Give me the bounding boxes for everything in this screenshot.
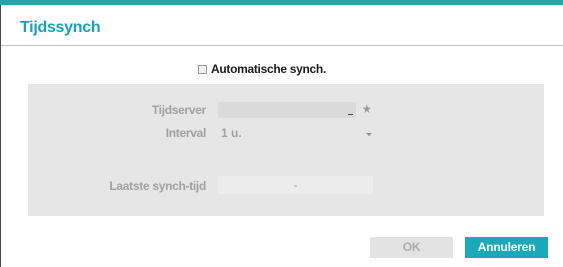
star-icon[interactable]: ★ — [362, 103, 372, 115]
last-sync-label: Laatste synch-tijd — [109, 179, 206, 193]
settings-panel: Tijdserver ★ Interval 1 u. Laatste synch… — [28, 84, 544, 216]
chevron-down-icon — [366, 133, 372, 136]
interval-value: 1 u. — [221, 126, 242, 140]
cancel-button[interactable]: Annuleren — [465, 237, 548, 258]
dialog-top-bar — [0, 0, 563, 5]
interval-label: Interval — [165, 126, 207, 140]
auto-sync-label: Automatische synch. — [211, 62, 326, 76]
time-server-label: Tijdserver — [151, 103, 206, 117]
auto-sync-option[interactable]: Automatische synch. — [198, 62, 326, 76]
last-sync-field: - — [218, 176, 373, 194]
last-sync-value: - — [293, 178, 298, 192]
ok-button[interactable]: OK — [370, 237, 453, 258]
auto-sync-checkbox[interactable] — [198, 64, 207, 74]
dialog-title: Tijdssynch — [20, 19, 101, 36]
title-divider — [1, 45, 563, 46]
text-caret — [348, 114, 353, 115]
time-server-input[interactable] — [218, 102, 356, 118]
interval-dropdown[interactable]: 1 u. — [218, 125, 376, 141]
